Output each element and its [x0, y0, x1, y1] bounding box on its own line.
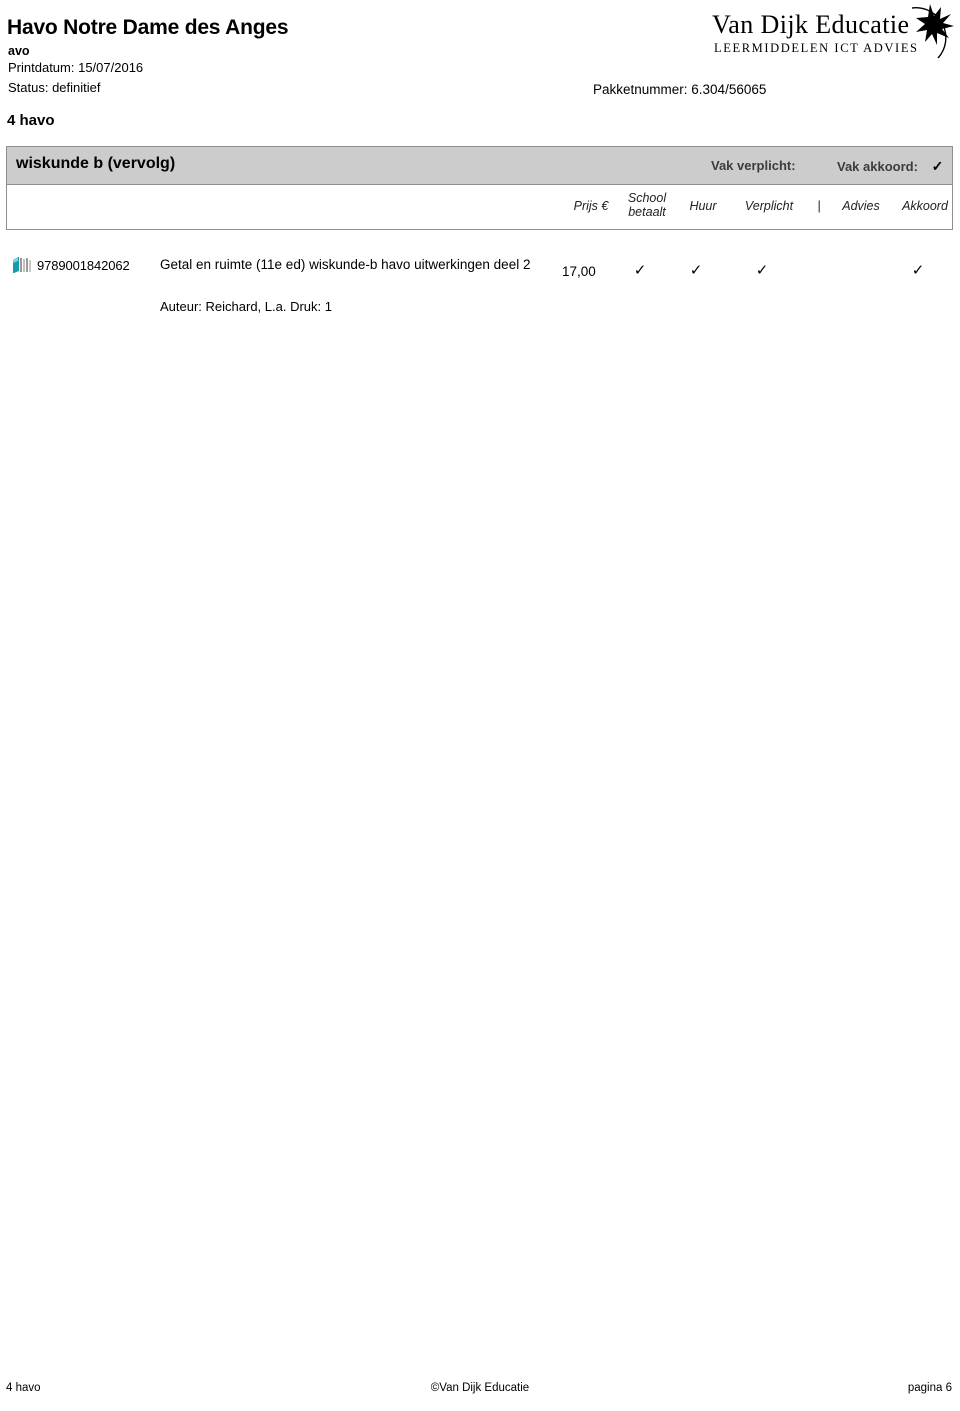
book-title: Getal en ruimte (11e ed) wiskunde-b havo…: [160, 257, 531, 272]
grade-title: 4 havo: [7, 112, 55, 129]
column-header-akkoord: Akkoord: [902, 199, 948, 213]
book-akkoord-check-icon: ✓: [911, 262, 925, 279]
status-text: Status: definitief: [8, 80, 101, 95]
footer-page-number: pagina 6: [907, 1382, 952, 1394]
column-header-school-betaalt: School betaalt: [620, 191, 674, 219]
book-isbn: 9789001842062: [37, 258, 130, 273]
subject-header-band: wiskunde b (vervolg) Vak verplicht: Vak …: [6, 146, 953, 184]
package-number: Pakketnummer: 6.304/56065: [593, 82, 767, 97]
company-logo: Van Dijk Educatie LEERMIDDELEN ICT ADVIE…: [712, 4, 954, 70]
book-price: 17,00: [562, 264, 596, 279]
subject-approved-label: Vak akkoord:: [837, 159, 918, 174]
books-icon: [13, 257, 31, 273]
subject-approved-check-icon: ✓: [931, 158, 944, 174]
school-type: avo: [8, 44, 30, 58]
column-header-row: Prijs € School betaalt Huur Verplicht | …: [6, 184, 953, 230]
subject-approved-flag: Vak akkoord: ✓: [837, 158, 943, 175]
column-header-advies: Advies: [842, 199, 880, 213]
logo-company-name: Van Dijk Educatie: [712, 10, 910, 39]
subject-required-label: Vak verplicht:: [711, 158, 796, 173]
column-header-school-line1: School: [627, 191, 667, 205]
book-author: Auteur: Reichard, L.a. Druk: 1: [160, 299, 332, 314]
column-header-huur: Huur: [689, 199, 717, 213]
star-burst-icon: [911, 4, 954, 59]
book-huur-check-icon: ✓: [689, 262, 703, 279]
page-footer: 4 havo ©Van Dijk Educatie pagina 6: [0, 1382, 960, 1402]
document-header: Havo Notre Dame des Anges avo Printdatum…: [0, 0, 960, 110]
column-header-verplicht: Verplicht: [744, 199, 794, 213]
book-school-betaalt-check-icon: ✓: [633, 262, 647, 279]
subject-table: wiskunde b (vervolg) Vak verplicht: Vak …: [6, 146, 953, 230]
column-header-separator: |: [817, 199, 821, 213]
document-page: Havo Notre Dame des Anges avo Printdatum…: [0, 0, 960, 1411]
book-list: 9789001842062 Getal en ruimte (11e ed) w…: [0, 246, 960, 324]
book-verplicht-check-icon: ✓: [755, 262, 769, 279]
school-name: Havo Notre Dame des Anges: [7, 16, 289, 39]
subject-required-flag: Vak verplicht:: [711, 158, 796, 173]
print-date: Printdatum: 15/07/2016: [8, 60, 144, 75]
column-header-prijs: Prijs €: [573, 199, 609, 213]
table-row: 9789001842062 Getal en ruimte (11e ed) w…: [0, 246, 960, 324]
column-header-school-line2: betaalt: [628, 205, 666, 219]
subject-name: wiskunde b (vervolg): [16, 155, 176, 172]
footer-copyright: ©Van Dijk Educatie: [430, 1382, 530, 1394]
